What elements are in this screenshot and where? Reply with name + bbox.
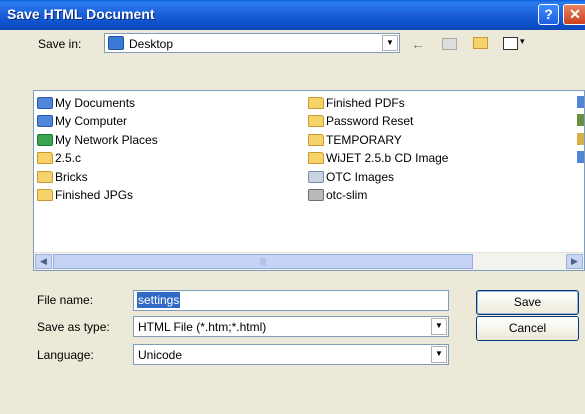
back-arrow-icon[interactable]: ←	[411, 36, 425, 52]
save-type-select[interactable]: HTML File (*.htm;*.html) ▼	[133, 316, 449, 337]
file-icon	[577, 151, 584, 163]
file-name: Password Reset	[326, 114, 414, 128]
view-menu-chevron-icon[interactable]: ▾	[520, 36, 525, 47]
view-menu-icon[interactable]	[503, 37, 518, 50]
file-name: Finished PDFs	[326, 96, 405, 110]
folder-icon	[37, 152, 53, 164]
list-item[interactable]: My Documents	[37, 94, 135, 112]
folder-icon	[37, 171, 53, 183]
save-in-value: Desktop	[129, 37, 174, 51]
file-name-input[interactable]: settings	[133, 290, 449, 311]
list-item[interactable]: My Network Places	[37, 131, 158, 149]
chevron-down-icon[interactable]: ▼	[431, 318, 447, 335]
file-name-value: settings	[137, 292, 181, 308]
desktop-icon	[108, 36, 124, 50]
file-name: Finished JPGs	[55, 188, 134, 202]
file-name: TEMPORARY	[326, 133, 402, 147]
scroll-right-icon[interactable]: ▶	[566, 254, 583, 269]
horizontal-scrollbar[interactable]: ◀ ||| ▶	[34, 252, 584, 270]
file-icon	[577, 133, 584, 145]
scroll-left-icon[interactable]: ◀	[35, 254, 52, 269]
cancel-button[interactable]: Cancel	[476, 316, 579, 341]
save-in-label: Save in:	[38, 37, 82, 51]
save-in-combo[interactable]: Desktop ▼	[104, 33, 400, 53]
language-value: Unicode	[138, 348, 183, 362]
save-button[interactable]: Save	[476, 290, 579, 315]
chevron-down-icon[interactable]: ▼	[382, 35, 398, 51]
network-icon	[37, 134, 53, 146]
list-item[interactable]: Bricks	[37, 168, 88, 186]
folder-icon	[308, 152, 324, 164]
file-icon	[577, 114, 584, 126]
help-button[interactable]: ?	[538, 4, 559, 25]
window-title: Save HTML Document	[7, 6, 155, 22]
list-item[interactable]: Password Reset	[308, 112, 413, 130]
file-name: My Network Places	[55, 133, 158, 147]
file-name: My Computer	[55, 114, 128, 128]
folder-icon	[308, 134, 324, 146]
up-folder-icon[interactable]	[442, 38, 457, 50]
list-item[interactable]: TEMPORARY	[308, 131, 402, 149]
title-bar: Save HTML Document ? ✕	[0, 0, 585, 30]
list-item[interactable]: otc-slim	[308, 186, 367, 204]
computer-icon	[37, 115, 53, 127]
file-name: otc-slim	[326, 188, 368, 202]
list-item[interactable]: My Computer	[37, 112, 127, 130]
my-documents-icon	[37, 97, 53, 109]
list-item[interactable]: 2.5.c	[37, 149, 81, 167]
folder-icon	[308, 97, 324, 109]
chevron-down-icon[interactable]: ▼	[431, 346, 447, 363]
shortcut-icon	[308, 189, 324, 201]
file-icon	[577, 96, 584, 108]
language-label: Language:	[37, 348, 94, 362]
file-name: My Documents	[55, 96, 136, 110]
file-name-label: File name:	[37, 293, 94, 307]
file-name: 2.5.c	[55, 151, 82, 165]
scroll-thumb[interactable]: |||	[53, 254, 473, 269]
shortcut-icon	[308, 171, 324, 183]
folder-icon	[308, 115, 324, 127]
file-name: OTC Images	[326, 170, 395, 184]
file-name: Bricks	[55, 170, 88, 184]
save-type-label: Save as type:	[37, 320, 110, 334]
language-select[interactable]: Unicode ▼	[133, 344, 449, 365]
folder-icon	[37, 189, 53, 201]
close-button[interactable]: ✕	[563, 4, 585, 25]
list-item[interactable]: Finished PDFs	[308, 94, 405, 112]
new-folder-icon[interactable]	[473, 37, 488, 49]
list-item[interactable]: OTC Images	[308, 168, 394, 186]
list-item[interactable]: Finished JPGs	[37, 186, 133, 204]
list-item[interactable]: WiJET 2.5.b CD Image	[308, 149, 448, 167]
file-list[interactable]: My Documents My Computer My Network Plac…	[33, 90, 585, 271]
file-name: WiJET 2.5.b CD Image	[326, 151, 449, 165]
save-type-value: HTML File (*.htm;*.html)	[138, 320, 267, 334]
